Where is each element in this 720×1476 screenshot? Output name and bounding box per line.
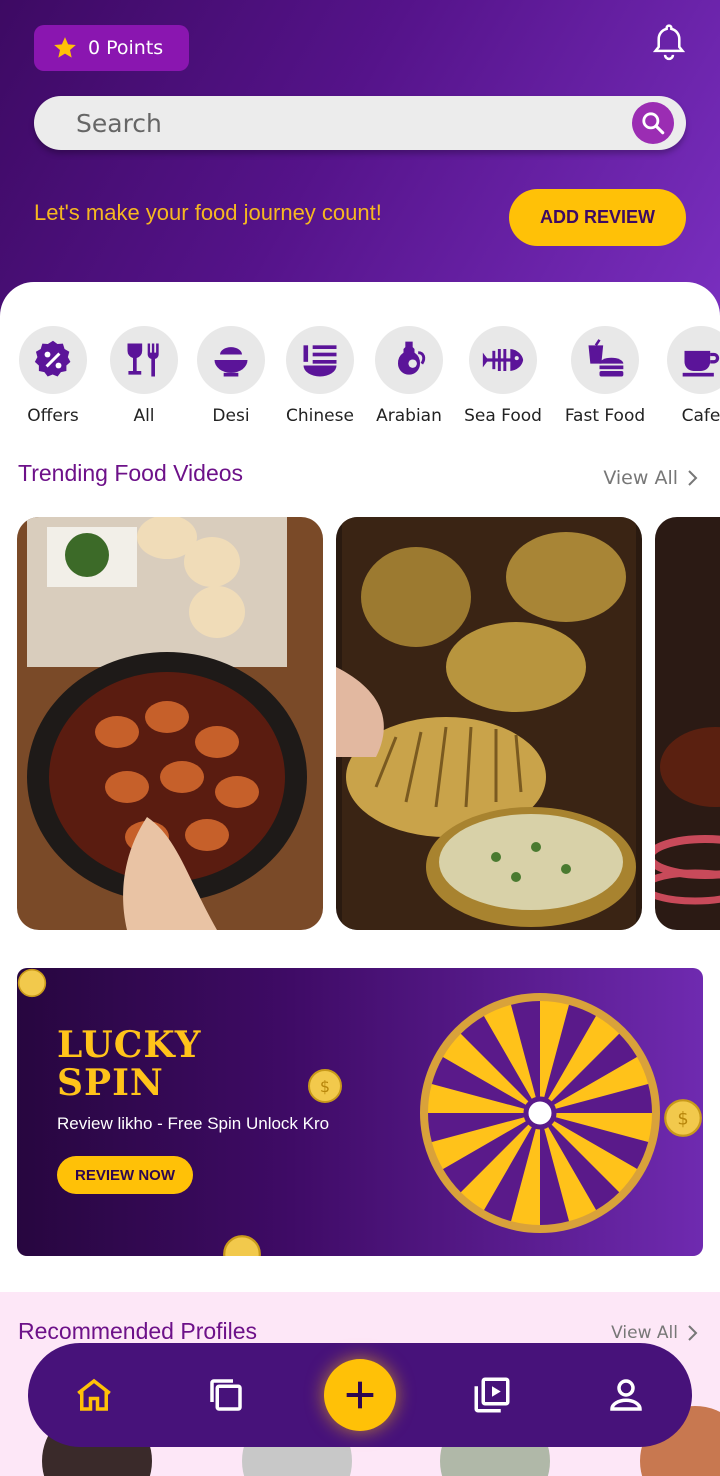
category-circle xyxy=(469,326,537,394)
main-content: Offers All Desi Chinese Arabian Sea Food… xyxy=(0,282,720,1476)
home-icon xyxy=(77,1378,111,1411)
category-chinese[interactable]: Chinese xyxy=(275,326,365,426)
points-label: 0 Points xyxy=(88,37,164,59)
bell-icon[interactable] xyxy=(650,22,688,64)
coin-icon: $ xyxy=(664,1099,702,1137)
chevron-right-icon xyxy=(688,470,698,486)
category-fast-food[interactable]: Fast Food xyxy=(560,326,650,426)
search-button[interactable] xyxy=(632,102,674,144)
svg-text:$: $ xyxy=(677,1110,688,1130)
shrimp-pan-image xyxy=(17,517,323,930)
category-arabian[interactable]: Arabian xyxy=(364,326,454,426)
tagline: Let's make your food journey count! xyxy=(34,200,382,225)
coffee-cup-icon xyxy=(682,350,720,377)
chevron-right-icon xyxy=(688,1325,698,1341)
recommended-view-all[interactable]: View All xyxy=(611,1323,698,1343)
category-label: Arabian xyxy=(376,406,442,426)
points-chip[interactable]: 0 Points xyxy=(34,25,189,71)
nav-profile[interactable] xyxy=(604,1373,648,1417)
video-card[interactable] xyxy=(655,517,720,930)
lucky-spin-banner[interactable]: LUCKY SPIN Review likho - Free Spin Unlo… xyxy=(17,968,703,1256)
category-list: Offers All Desi Chinese Arabian Sea Food… xyxy=(0,326,720,436)
video-card[interactable] xyxy=(17,517,323,930)
view-all-label: View All xyxy=(603,467,678,489)
video-card[interactable] xyxy=(336,517,642,930)
glass-fork-icon xyxy=(127,343,159,377)
category-circle xyxy=(667,326,720,394)
category-label: Chinese xyxy=(286,406,354,426)
nav-add-button[interactable] xyxy=(324,1359,396,1431)
copy-icon xyxy=(210,1379,242,1411)
jug-icon xyxy=(397,341,426,375)
category-sea-food[interactable]: Sea Food xyxy=(458,326,548,426)
add-icon xyxy=(346,1381,374,1409)
wheel-hub xyxy=(523,1096,557,1130)
view-all-label: View All xyxy=(611,1323,678,1343)
search-bar[interactable] xyxy=(34,96,686,150)
brass-dishes-image xyxy=(336,517,642,930)
noodles-icon xyxy=(303,345,337,377)
svg-text:$: $ xyxy=(320,1077,330,1096)
search-icon xyxy=(642,112,665,135)
percent-badge-icon xyxy=(34,340,71,377)
trending-view-all[interactable]: View All xyxy=(603,467,698,489)
banner-title: LUCKY SPIN xyxy=(57,1026,201,1102)
video-carousel xyxy=(0,517,720,930)
nav-collections[interactable] xyxy=(204,1373,248,1417)
category-circle xyxy=(19,326,87,394)
profile-icon xyxy=(610,1379,642,1411)
coin-icon xyxy=(17,968,47,998)
add-review-button[interactable]: ADD REVIEW xyxy=(509,189,686,246)
nav-videos[interactable] xyxy=(470,1373,514,1417)
category-circle xyxy=(571,326,639,394)
bottom-nav xyxy=(28,1343,692,1447)
category-circle xyxy=(110,326,178,394)
review-now-button[interactable]: REVIEW NOW xyxy=(57,1156,193,1194)
category-all[interactable]: All xyxy=(99,326,189,426)
spin-wheel-icon xyxy=(420,993,660,1233)
star-icon xyxy=(54,37,76,58)
nav-home[interactable] xyxy=(72,1373,116,1417)
category-label: Desi xyxy=(212,406,250,426)
category-circle xyxy=(375,326,443,394)
banner-title-line2: SPIN xyxy=(57,1062,164,1104)
coin-icon: $ xyxy=(308,1069,342,1103)
bowl-icon xyxy=(214,347,248,377)
category-desi[interactable]: Desi xyxy=(186,326,276,426)
category-label: Offers xyxy=(27,406,79,426)
kebab-image xyxy=(655,517,720,930)
category-cafe[interactable]: Cafe xyxy=(656,326,720,426)
category-offers[interactable]: Offers xyxy=(8,326,98,426)
category-circle xyxy=(286,326,354,394)
recommended-title: Recommended Profiles xyxy=(18,1318,258,1344)
fish-bone-icon xyxy=(482,349,524,371)
category-label: Cafe xyxy=(681,406,720,426)
category-label: All xyxy=(133,406,155,426)
header: 0 Points Let's make your food journey co… xyxy=(0,0,720,330)
category-label: Sea Food xyxy=(464,406,542,426)
trending-title: Trending Food Videos xyxy=(18,460,244,486)
coin-icon xyxy=(223,1235,261,1256)
burger-drink-icon xyxy=(588,339,624,377)
banner-title-line1: LUCKY xyxy=(57,1024,202,1066)
banner-subtitle: Review likho - Free Spin Unlock Kro xyxy=(57,1114,330,1133)
category-label: Fast Food xyxy=(564,406,646,426)
search-input[interactable] xyxy=(76,108,636,138)
video-library-icon xyxy=(474,1377,510,1413)
category-circle xyxy=(197,326,265,394)
